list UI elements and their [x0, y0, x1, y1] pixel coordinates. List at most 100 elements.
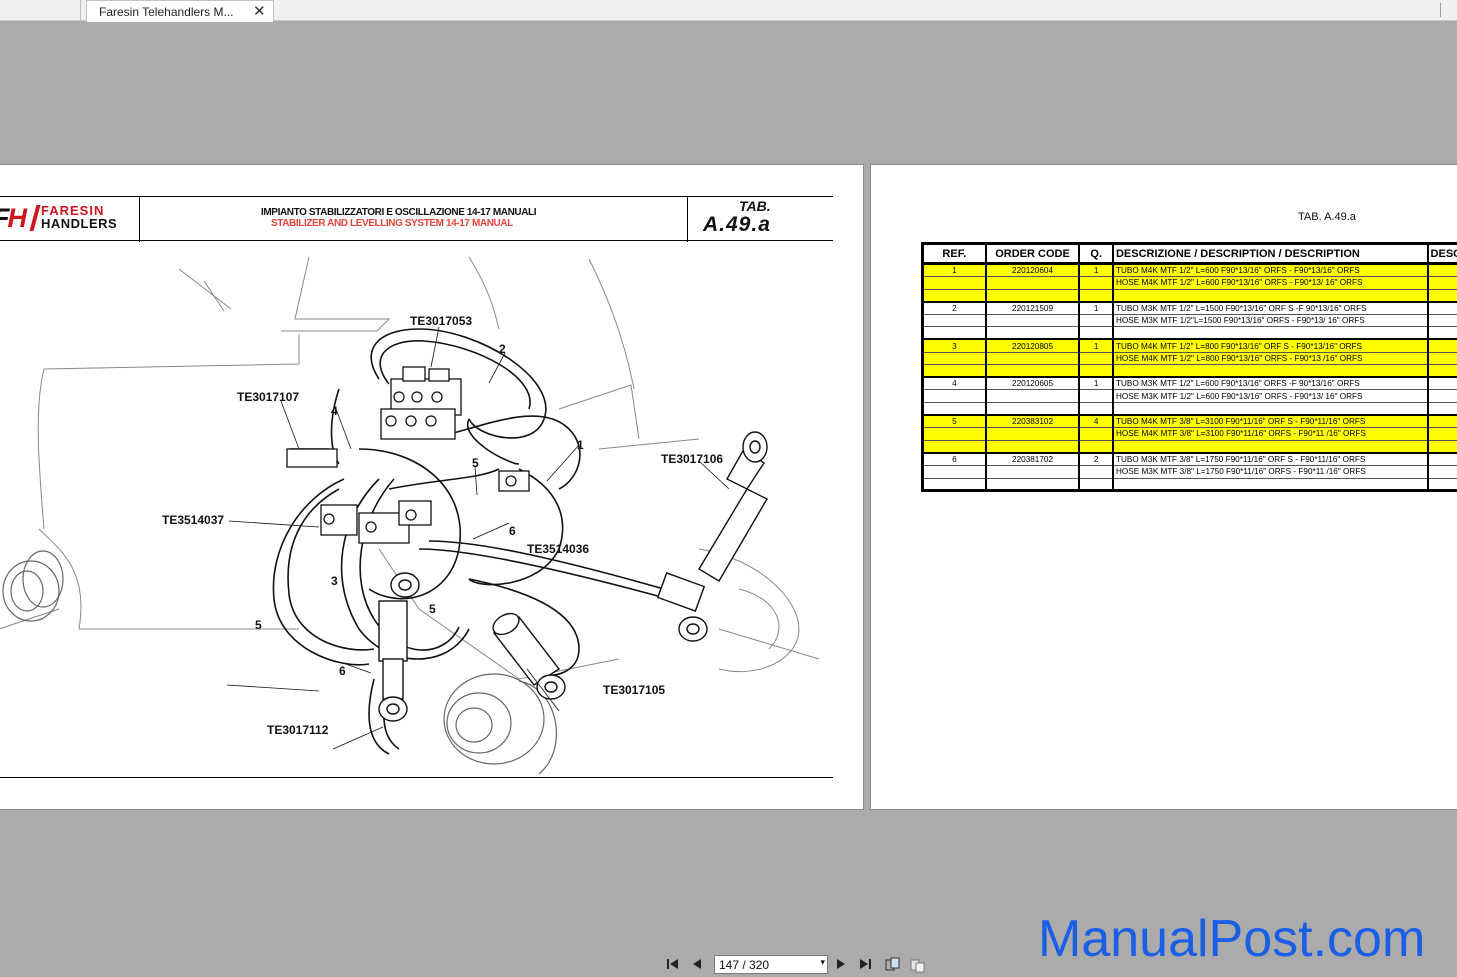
- cell-description: HOSE M3K MTF 1/2" L=600 F90*13/16" ORFS …: [1111, 389, 1429, 403]
- cell-ref: 4: [921, 377, 987, 391]
- cell-order-code: [984, 326, 1081, 341]
- callout-te3017105: TE3017105: [603, 683, 665, 697]
- page-number-select[interactable]: 147 / 320 ▾: [714, 955, 828, 974]
- cell-extra: [1426, 263, 1457, 277]
- cell-description: HOSE M4K MTF 1/2" L=600 F90*13/16" ORFS …: [1111, 276, 1429, 290]
- cell-ref: [921, 326, 987, 341]
- header-order-code: ORDER CODE: [984, 242, 1081, 265]
- table-row: HOSE M3K MTF 3/8" L=1750 F90*11/16" ORFS…: [921, 465, 1457, 479]
- cell-order-code: [984, 402, 1081, 416]
- cell-description: TUBO M4K MTF 1/2" L=800 F90*13/16" ORF S…: [1111, 339, 1429, 353]
- cell-ref: [921, 478, 987, 492]
- callout-2: 2: [499, 342, 506, 356]
- cell-order-code: [984, 352, 1081, 366]
- cell-ref: 2: [921, 301, 987, 315]
- watermark-text: ManualPost.com: [1038, 910, 1426, 968]
- table-row: [921, 478, 1457, 492]
- table-row: HOSE M4K MTF 1/2" L=800 F90*13/16" ORFS …: [921, 352, 1457, 366]
- cell-ref: [921, 352, 987, 366]
- page-layout-icon[interactable]: [910, 957, 925, 973]
- cell-extra: [1426, 339, 1457, 353]
- cell-description: TUBO M3K MTF 1/2" L=1500 F90*13/16" ORF …: [1111, 301, 1429, 315]
- first-page-icon[interactable]: [666, 957, 680, 971]
- header-description: DESCRIZIONE / DESCRIPTION / DESCRIPTION: [1111, 242, 1429, 265]
- cell-qty: 1: [1078, 263, 1114, 277]
- cell-qty: [1078, 440, 1114, 454]
- table-row: [921, 289, 1457, 303]
- cell-order-code: 220121509: [984, 301, 1081, 315]
- cell-description: [1111, 478, 1429, 492]
- cell-order-code: [984, 314, 1081, 328]
- callout-1: 1: [577, 438, 584, 452]
- cell-ref: [921, 465, 987, 479]
- cell-extra: [1426, 402, 1457, 416]
- window-edge-button[interactable]: [1440, 3, 1452, 17]
- cell-extra: [1426, 478, 1457, 492]
- logo-f: F: [0, 203, 9, 233]
- last-page-icon[interactable]: [858, 957, 872, 971]
- cell-qty: 1: [1078, 301, 1114, 315]
- cell-order-code: [984, 478, 1081, 492]
- callout-te3514037: TE3514037: [162, 513, 224, 527]
- cell-description: TUBO M4K MTF 3/8" L=3100 F90*11/16" ORF …: [1111, 415, 1429, 429]
- cell-order-code: [984, 427, 1081, 441]
- cell-extra: [1426, 427, 1457, 441]
- cell-description: HOSE M3K MTF 3/8" L=1750 F90*11/16" ORFS…: [1111, 465, 1429, 479]
- callout-3: 3: [331, 574, 338, 588]
- header-description-extra: DESC: [1426, 242, 1457, 265]
- logo-h: H: [7, 203, 27, 233]
- logo-slash: [29, 205, 41, 231]
- cell-ref: 1: [921, 263, 987, 277]
- callout-5-left: 5: [255, 618, 262, 632]
- hydraulic-diagram: TE3017053 2 TE3017107 4 1 TE3017106 5 TE…: [0, 256, 820, 775]
- previous-page-icon[interactable]: [690, 957, 704, 971]
- cell-qty: [1078, 389, 1114, 403]
- cell-qty: [1078, 465, 1114, 479]
- callout-5-top: 5: [472, 456, 479, 470]
- cell-order-code: [984, 440, 1081, 454]
- cell-qty: [1078, 402, 1114, 416]
- table-row: [921, 440, 1457, 454]
- callout-te3514036: TE3514036: [527, 542, 589, 556]
- table-row: [921, 326, 1457, 341]
- table-row: HOSE M4K MTF 3/8" L=3100 F90*11/16" ORFS…: [921, 427, 1457, 441]
- cell-description: [1111, 364, 1429, 379]
- cell-ref: [921, 364, 987, 379]
- pdf-page-right: TAB. A.49.a REF. ORDER CODE Q. DESCRIZIO…: [870, 164, 1457, 810]
- cell-extra: [1426, 415, 1457, 429]
- document-tab[interactable]: Faresin Telehandlers M... ✕: [86, 0, 274, 22]
- callout-te3017053: TE3017053: [410, 314, 472, 328]
- parts-tab-label: TAB. A.49.a: [1298, 211, 1356, 223]
- header-divider: [139, 197, 140, 242]
- cell-description: TUBO M3K MTF 1/2" L=600 F90*13/16" ORFS …: [1111, 377, 1429, 391]
- callout-5-mid: 5: [429, 602, 436, 616]
- tab-code: A.49.a: [703, 213, 771, 236]
- cell-description: [1111, 326, 1429, 341]
- close-icon[interactable]: ✕: [253, 2, 266, 20]
- view-mode-icon[interactable]: [885, 957, 900, 971]
- cell-extra: [1426, 440, 1457, 454]
- logo-fh-mark: FH: [0, 203, 27, 234]
- callout-6-low: 6: [339, 664, 346, 678]
- cell-ref: [921, 427, 987, 441]
- cell-order-code: 220120805: [984, 339, 1081, 353]
- cell-extra: [1426, 314, 1457, 328]
- cell-qty: 1: [1078, 339, 1114, 353]
- cell-description: [1111, 289, 1429, 303]
- cell-ref: 5: [921, 415, 987, 429]
- page-header: FH FARESIN HANDLERS IMPIANTO STABILIZZAT…: [0, 196, 833, 242]
- dropdown-arrow-icon: ▾: [820, 957, 825, 967]
- tab-title: Faresin Telehandlers M...: [99, 5, 234, 19]
- tab-bar: Faresin Telehandlers M... ✕: [0, 0, 1457, 22]
- cell-extra: [1426, 452, 1457, 466]
- cell-qty: [1078, 478, 1114, 492]
- table-row: [921, 364, 1457, 379]
- tab-label: TAB.: [739, 198, 771, 214]
- cell-extra: [1426, 377, 1457, 391]
- cell-qty: [1078, 276, 1114, 290]
- cell-extra: [1426, 276, 1457, 290]
- cell-ref: [921, 289, 987, 303]
- cell-qty: 1: [1078, 377, 1114, 391]
- next-page-icon[interactable]: [834, 957, 848, 971]
- logo-sub: HANDLERS: [41, 216, 118, 231]
